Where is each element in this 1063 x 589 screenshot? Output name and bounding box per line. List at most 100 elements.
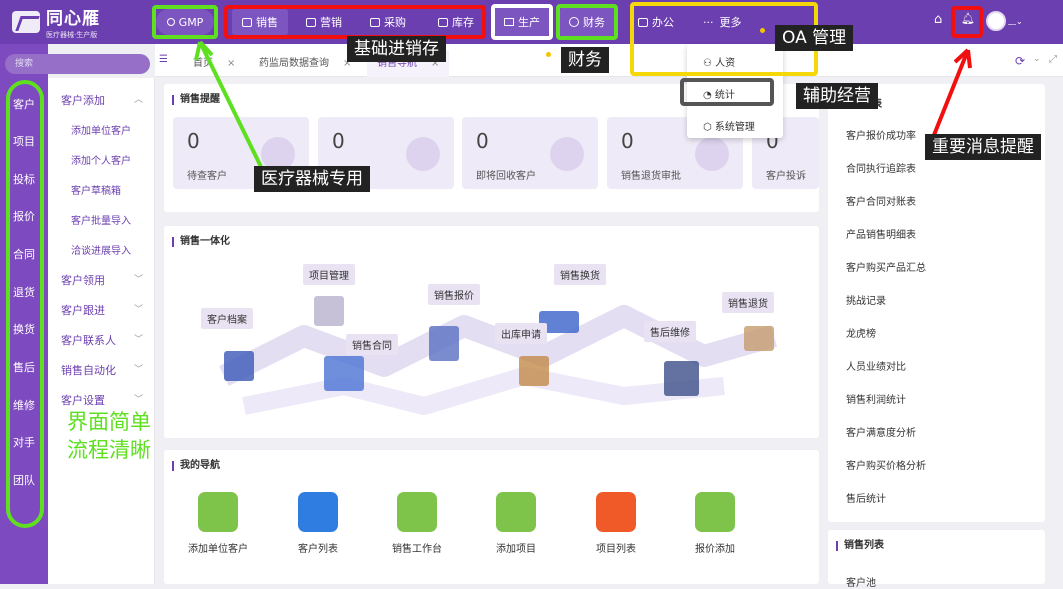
close-icon[interactable]: × [227,58,235,69]
tab-label: 药监局数据查询 [259,58,329,69]
sales-list-link[interactable]: 客户池 [846,574,876,589]
add-user-icon [198,492,238,532]
annotation-line: 界面简单 [67,410,151,434]
submenu-item[interactable]: 客户批量导入 [71,212,131,227]
stat-value: 0 [187,129,200,153]
monitor-chart-icon [397,492,437,532]
sub-menu: 客户添加 ︿ 添加单位客户 添加个人客户 客户草稿箱 客户批量导入 洽谈进展导入… [48,78,155,584]
brand-logo[interactable]: 同心雁 医疗器械·生产版 [0,0,150,44]
sales-integration-card: 销售一体化 客户档案 项目管理 销售合同 销售报价 出库申请 销售换货 售后维修… [164,226,819,438]
user-menu-chevron-icon[interactable]: ﹏⌄ [1008,16,1023,27]
flow-step-outbound[interactable]: 出库申请 [495,323,547,344]
report-link[interactable]: 龙虎榜 [846,325,876,340]
submenu-group-label: 客户联系人 [61,334,116,347]
annotation-dot [760,28,765,33]
chevron-down-icon: ﹀ [133,305,143,315]
annotation-aux: 辅助经营 [796,83,878,109]
flow-step-sales-quote[interactable]: 销售报价 [428,284,480,305]
document-icon [695,137,729,171]
flow-step-after-sale[interactable]: 售后维修 [644,321,696,342]
flow-step-customer-archive[interactable]: 客户档案 [201,308,253,329]
flow-step-exchange[interactable]: 销售换货 [554,264,606,285]
brand-tagline: 医疗器械·生产版 [46,31,98,39]
annotation-box-aux [680,78,774,106]
chevron-down-icon: ﹀ [133,365,143,375]
submenu-group-customer-add[interactable]: 客户添加 ︿ [48,92,155,108]
dropdown-label: 系统管理 [714,122,755,133]
annotation-notify: 重要消息提醒 [925,134,1041,160]
annotation-box-finance [556,4,618,40]
user-icon [406,137,440,171]
tab-home[interactable]: 首页 × [183,50,245,77]
stat-value: 0 [621,129,634,153]
report-link[interactable]: 客户满意度分析 [846,424,916,439]
report-link[interactable]: 合同执行追踪表 [846,160,916,175]
shortcut-add-project[interactable]: 添加项目 [476,492,556,555]
report-link[interactable]: 挑战记录 [846,292,886,307]
stat-label: 待查客户 [187,171,227,182]
shortcut-label: 报价添加 [695,544,735,555]
annotation-basic-inventory: 基础进销存 [347,36,446,62]
flow-step-sales-return[interactable]: 销售退货 [722,292,774,313]
card-title: 销售一体化 [172,237,230,247]
flow-step-sales-contract[interactable]: 销售合同 [346,334,398,355]
my-navigation-card: 我的导航 添加单位客户 客户列表 销售工作台 添加项目 项目列表 报价添加 [164,450,819,584]
submenu-group-customer-settings[interactable]: 客户设置 ﹀ [48,392,155,408]
chevron-up-icon: ︿ [133,95,143,105]
shortcut-add-quote[interactable]: 报价添加 [675,492,755,555]
shortcut-project-list[interactable]: 项目列表 [576,492,656,555]
shortcut-add-company-customer[interactable]: 添加单位客户 [178,492,258,555]
fullscreen-icon[interactable]: ⤢ [1049,54,1057,65]
report-link[interactable]: 客户购买价格分析 [846,457,926,472]
chevron-down-icon[interactable]: ⌄ [1033,54,1041,64]
home-icon[interactable]: ⌂ [934,12,942,27]
report-link[interactable]: 售后统计 [846,490,886,505]
shortcut-label: 销售工作台 [392,544,442,555]
report-link[interactable]: 客户合同对账表 [846,193,916,208]
dropdown-item-system[interactable]: ⬡ 系统管理 [703,118,755,133]
layers-lock-icon [596,492,636,532]
refresh-icon[interactable]: ⟳ [1015,54,1025,68]
shortcut-label: 添加单位客户 [188,544,248,555]
submenu-group-sales-automation[interactable]: 销售自动化 ﹀ [48,362,155,378]
shortcut-label: 项目列表 [596,544,636,555]
annotation-box-basic [224,5,486,39]
submenu-group-customer-claim[interactable]: 客户领用 ﹀ [48,272,155,288]
stat-label: 即将回收客户 [476,171,536,182]
tab-nmpa-query[interactable]: 药监局数据查询 × [249,50,361,77]
card-title: 销售提醒 [172,95,220,105]
submenu-group-label: 客户领用 [61,274,105,287]
annotation-box-sidebar [6,80,44,528]
shortcut-label: 添加项目 [496,544,536,555]
annotation-box-notify [951,6,983,38]
annotation-box-gmp [152,5,218,39]
submenu-item[interactable]: 洽谈进展导入 [71,242,131,257]
report-link[interactable]: 客户报价成功率 [846,127,916,142]
report-link[interactable]: 人员业绩对比 [846,358,906,373]
chevron-down-icon: ﹀ [133,395,143,405]
annotation-ui-simple: 界面简单 流程清晰 [67,408,151,464]
report-link[interactable]: 销售利润统计 [846,391,906,406]
collapse-menu-icon[interactable]: ☰ [159,54,168,65]
submenu-item[interactable]: 客户草稿箱 [71,182,121,197]
submenu-group-customer-contacts[interactable]: 客户联系人 ﹀ [48,332,155,348]
shortcut-sales-workbench[interactable]: 销售工作台 [377,492,457,555]
stat-value: 0 [476,129,489,153]
user-icon [550,137,584,171]
report-link[interactable]: 客户购买产品汇总 [846,259,926,274]
stat-value: 0 [332,129,345,153]
avatar[interactable] [986,11,1006,31]
shortcut-customer-list[interactable]: 客户列表 [278,492,358,555]
flow-step-project-management[interactable]: 项目管理 [303,264,355,285]
tab-bar: ☰ 首页 × 药监局数据查询 × 销售导航 × ⟳ ⌄ ⤢ [155,44,1063,77]
card-title: 销售列表 [836,541,884,551]
report-link[interactable]: 产品销售明细表 [846,226,916,241]
submenu-item[interactable]: 添加个人客户 [71,152,131,167]
search-input[interactable]: 搜索 [5,54,150,74]
logo-icon [12,11,40,33]
submenu-group-label: 客户添加 [61,94,105,107]
tab-label: 首页 [193,58,213,69]
stat-recycle-customers[interactable]: 0 即将回收客户 [462,117,598,189]
submenu-item[interactable]: 添加单位客户 [71,122,131,137]
submenu-group-customer-follow[interactable]: 客户跟进 ﹀ [48,302,155,318]
